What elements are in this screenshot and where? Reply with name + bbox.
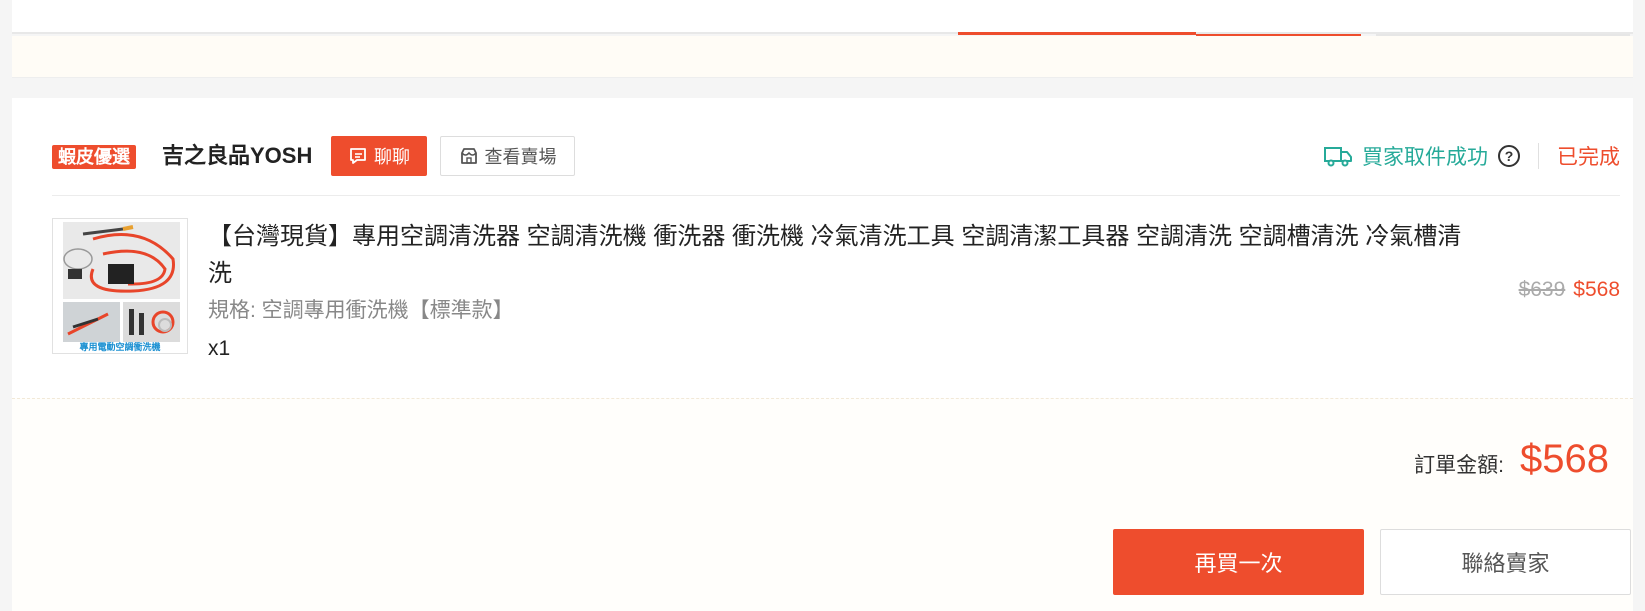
help-icon[interactable]: ? — [1498, 145, 1520, 167]
contact-seller-button[interactable]: 聯絡賣家 — [1380, 529, 1631, 595]
product-thumbnail[interactable]: 專用電動空調衝洗機 — [52, 218, 188, 354]
delivery-status-text: 買家取件成功 — [1362, 146, 1488, 169]
order-total-value: $568 — [1520, 437, 1609, 481]
shop-name[interactable]: 吉之良品YOSH — [162, 140, 312, 172]
current-price: $568 — [1573, 278, 1620, 301]
order-total: 訂單金額: $568 — [1414, 437, 1609, 482]
product-price: $639 $568 — [1519, 278, 1620, 302]
order-status: 已完成 — [1557, 146, 1620, 169]
order-tabs-strip — [12, 0, 1633, 34]
shop-header: 蝦皮優選 吉之良品YOSH 聊聊 查看賣場 買家取件成功 ? 已完成 — [52, 136, 1620, 196]
active-tab-indicator — [958, 32, 1196, 35]
product-title[interactable]: 【台灣現貨】專用空調清洗器 空調清洗機 衝洗器 衝洗機 冷氣清洗工具 空調清潔工… — [208, 218, 1478, 292]
order-page: 蝦皮優選 吉之良品YOSH 聊聊 查看賣場 買家取件成功 ? 已完成 專用電動空… — [0, 0, 1645, 611]
view-shop-button[interactable]: 查看賣場 — [440, 136, 575, 176]
chat-button-label: 聊聊 — [374, 147, 410, 167]
order-summary: 訂單金額: $568 再買一次 聯絡賣家 — [12, 398, 1633, 611]
product-info: 【台灣現貨】專用空調清洗器 空調清洗機 衝洗器 衝洗機 冷氣清洗工具 空調清潔工… — [208, 218, 1478, 364]
truck-icon — [1324, 147, 1352, 167]
product-variation: 規格: 空調專用衝洗機【標準款】 — [208, 299, 514, 322]
status-area: 買家取件成功 ? 已完成 — [1324, 136, 1620, 176]
chat-button[interactable]: 聊聊 — [331, 136, 427, 176]
product-image: 專用電動空調衝洗機 — [53, 219, 187, 353]
buy-again-button[interactable]: 再買一次 — [1113, 529, 1364, 595]
tab-cream-strip — [12, 36, 1633, 78]
delivery-status[interactable]: 買家取件成功 — [1324, 141, 1488, 171]
product-row[interactable]: 專用電動空調衝洗機 【台灣現貨】專用空調清洗器 空調清洗機 衝洗器 衝洗機 冷氣… — [52, 218, 1620, 368]
order-card: 蝦皮優選 吉之良品YOSH 聊聊 查看賣場 買家取件成功 ? 已完成 專用電動空… — [12, 98, 1633, 398]
chat-icon — [350, 148, 366, 164]
preferred-badge: 蝦皮優選 — [52, 145, 136, 169]
shop-icon — [460, 148, 477, 164]
original-price: $639 — [1518, 278, 1566, 301]
status-divider — [1538, 143, 1539, 169]
order-total-label: 訂單金額: — [1414, 454, 1505, 477]
product-quantity: x1 — [208, 337, 231, 360]
view-shop-label: 查看賣場 — [484, 147, 557, 167]
thumbnail-caption: 專用電動空調衝洗機 — [79, 341, 160, 353]
